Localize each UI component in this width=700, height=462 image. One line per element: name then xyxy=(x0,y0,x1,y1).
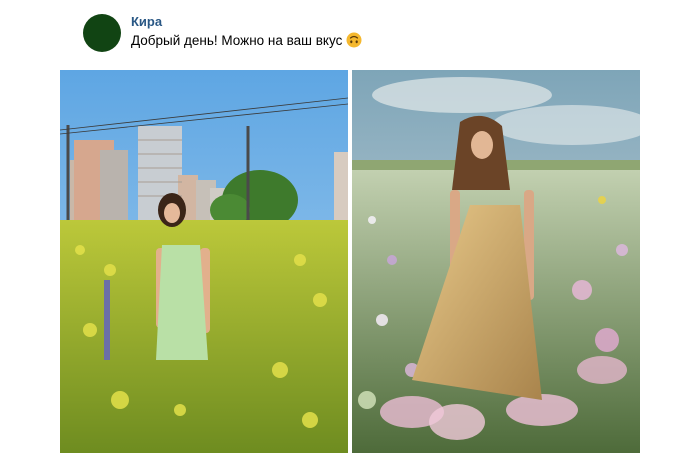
avatar[interactable] xyxy=(83,14,121,52)
post-text-row: Добрый день! Можно на ваш вкус xyxy=(131,32,362,48)
photo-2[interactable] xyxy=(352,70,640,453)
photo-1[interactable] xyxy=(60,70,348,453)
wall-post: Кира Добрый день! Можно на ваш вкус xyxy=(0,0,700,462)
post-text: Добрый день! Можно на ваш вкус xyxy=(131,32,343,48)
author-name[interactable]: Кира xyxy=(131,14,162,29)
upside-down-face-icon xyxy=(346,32,362,48)
